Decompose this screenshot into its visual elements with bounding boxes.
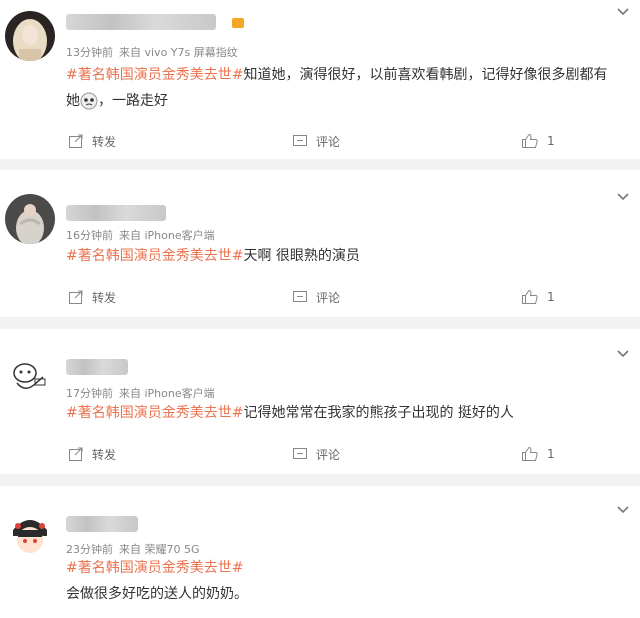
chevron-down-icon[interactable] xyxy=(616,347,630,361)
like-button[interactable]: 1 xyxy=(521,131,555,151)
vip-badge xyxy=(232,18,244,28)
hashtag-link[interactable]: #著名韩国演员金秀美去世# xyxy=(66,560,243,576)
like-count: 1 xyxy=(547,290,555,304)
like-button[interactable]: 1 xyxy=(521,287,555,307)
comment-time: 17分钟前 xyxy=(66,387,113,400)
like-button[interactable]: 1 xyxy=(521,444,555,464)
comment-time: 16分钟前 xyxy=(66,229,113,242)
comment-card: 13分钟前 来自 vivo Y7s 屏幕指纹 #著名韩国演员金秀美去世#知道她，演… xyxy=(0,0,640,159)
chevron-down-icon[interactable] xyxy=(616,190,630,204)
repost-icon xyxy=(69,290,83,304)
avatar[interactable] xyxy=(5,194,55,244)
repost-icon xyxy=(69,134,83,148)
action-bar: 转发 评论 1 xyxy=(0,131,640,151)
repost-button[interactable]: 转发 xyxy=(68,131,116,151)
username-redacted[interactable] xyxy=(66,205,166,221)
comment-icon xyxy=(293,291,307,302)
action-bar: 转发 评论 1 xyxy=(0,444,640,464)
comment-text: #著名韩国演员金秀美去世#记得她常常在我家的熊孩子出现的 挺好的人 xyxy=(66,405,514,421)
username-redacted[interactable] xyxy=(66,516,138,532)
comment-text: #著名韩国演员金秀美去世#知道她，演得很好，以前喜欢看韩剧，记得好像很多剧都有 … xyxy=(66,67,608,110)
like-count: 1 xyxy=(547,134,555,148)
crying-emoji-icon xyxy=(80,92,98,110)
chevron-down-icon[interactable] xyxy=(616,503,630,517)
hashtag-link[interactable]: #著名韩国演员金秀美去世# xyxy=(66,67,243,83)
thumbs-up-icon xyxy=(522,289,538,304)
comment-button[interactable]: 评论 xyxy=(292,131,340,151)
comment-source: 来自 iPhone客户端 xyxy=(119,387,215,400)
comment-meta: 16分钟前 来自 iPhone客户端 xyxy=(66,227,215,243)
repost-icon xyxy=(69,447,83,461)
avatar[interactable] xyxy=(5,508,55,558)
chevron-down-icon[interactable] xyxy=(616,5,630,19)
username-redacted[interactable] xyxy=(66,14,216,30)
comment-feed: 13分钟前 来自 vivo Y7s 屏幕指纹 #著名韩国演员金秀美去世#知道她，演… xyxy=(0,0,640,618)
username-redacted[interactable] xyxy=(66,359,128,375)
like-count: 1 xyxy=(547,447,555,461)
thumbs-up-icon xyxy=(522,446,538,461)
comment-card: 17分钟前 来自 iPhone客户端 #著名韩国演员金秀美去世#记得她常常在我家的… xyxy=(0,329,640,474)
repost-button[interactable]: 转发 xyxy=(68,444,116,464)
comment-source: 来自 vivo Y7s 屏幕指纹 xyxy=(119,46,238,59)
comment-meta: 13分钟前 来自 vivo Y7s 屏幕指纹 xyxy=(66,44,238,60)
thumbs-up-icon xyxy=(522,133,538,148)
comment-icon xyxy=(293,448,307,459)
comment-button[interactable]: 评论 xyxy=(292,287,340,307)
comment-source: 来自 iPhone客户端 xyxy=(119,229,215,242)
comment-text: #著名韩国演员金秀美去世#天啊 很眼熟的演员 xyxy=(66,248,360,264)
avatar[interactable] xyxy=(5,11,55,61)
hashtag-link[interactable]: #著名韩国演员金秀美去世# xyxy=(66,248,243,264)
action-bar: 转发 评论 1 xyxy=(0,287,640,307)
avatar[interactable] xyxy=(5,351,55,401)
comment-button[interactable]: 评论 xyxy=(292,444,340,464)
repost-button[interactable]: 转发 xyxy=(68,287,116,307)
hashtag-link[interactable]: #著名韩国演员金秀美去世# xyxy=(66,405,243,421)
comment-meta: 17分钟前 来自 iPhone客户端 xyxy=(66,385,215,401)
comment-text: #著名韩国演员金秀美去世# 会做很多好吃的送人的奶奶。 xyxy=(66,560,248,602)
comment-icon xyxy=(293,135,307,146)
comment-time: 13分钟前 xyxy=(66,46,113,59)
comment-card: 16分钟前 来自 iPhone客户端 #著名韩国演员金秀美去世#天啊 很眼熟的演员… xyxy=(0,170,640,317)
comment-card: 23分钟前 来自 荣耀70 5G #著名韩国演员金秀美去世# 会做很多好吃的送人的… xyxy=(0,486,640,618)
